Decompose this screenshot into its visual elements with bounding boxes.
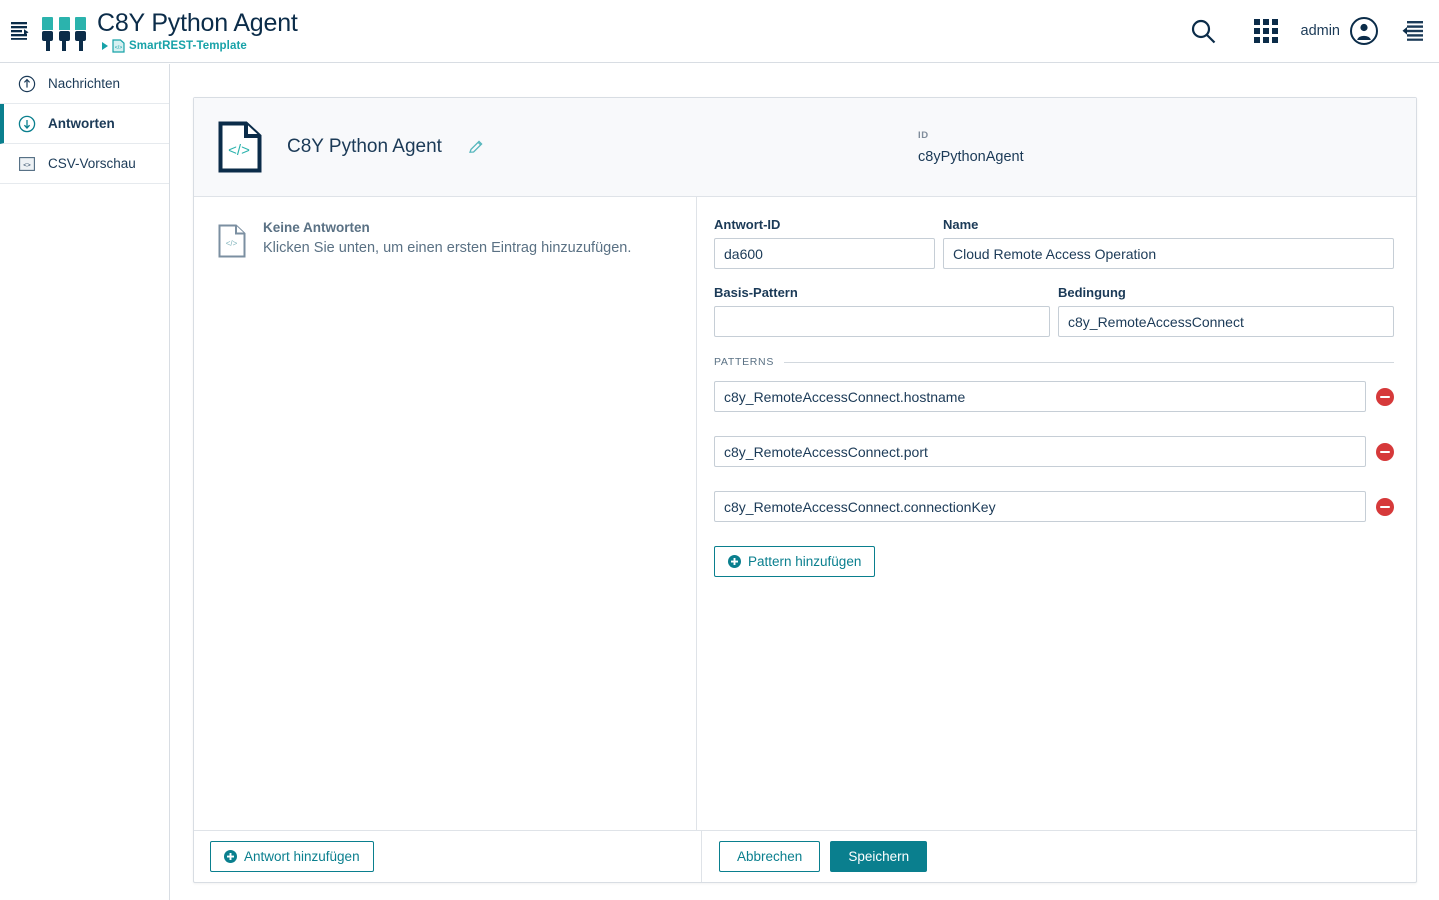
empty-state: </> Keine Antworten Klicken Sie unten, u… — [218, 220, 696, 258]
pattern-input[interactable] — [714, 381, 1366, 412]
sidebar-item-label: Nachrichten — [48, 76, 121, 91]
app-switcher-button[interactable] — [1235, 0, 1297, 63]
pattern-row — [714, 491, 1394, 522]
form-row-pattern-condition: Basis-Pattern Bedingung — [714, 285, 1394, 337]
remove-pattern-button[interactable] — [1376, 387, 1394, 406]
app-title: C8Y Python Agent — [97, 8, 298, 37]
nav-toggle-button[interactable] — [4, 0, 38, 63]
field-base-pattern: Basis-Pattern — [714, 285, 1050, 337]
plus-circle-icon — [224, 850, 237, 863]
field-condition: Bedingung — [1058, 285, 1394, 337]
card-header: </> C8Y Python Agent ID c8yPythonAgent — [194, 98, 1416, 197]
code-document-icon: </> — [218, 121, 262, 173]
field-name: Name — [943, 217, 1394, 269]
user-name-label: admin — [1300, 23, 1341, 39]
search-button[interactable] — [1173, 0, 1235, 63]
code-square-icon: <> — [19, 156, 35, 171]
plug-icon — [75, 17, 86, 51]
user-avatar-icon — [1350, 17, 1378, 45]
pattern-row — [714, 436, 1394, 467]
edit-title-button[interactable] — [468, 139, 484, 155]
remove-pattern-button[interactable] — [1376, 442, 1394, 461]
remove-pattern-button[interactable] — [1376, 497, 1394, 516]
card-id-block: ID c8yPythonAgent — [918, 130, 1392, 165]
cancel-button[interactable]: Abbrechen — [719, 841, 821, 872]
base-pattern-input[interactable] — [714, 306, 1050, 337]
card-footer: Antwort hinzufügen Abbrechen Speichern — [194, 830, 1416, 882]
field-label: Name — [943, 217, 979, 232]
sidebar-item-antworten[interactable]: Antworten — [0, 104, 169, 144]
add-response-label: Antwort hinzufügen — [244, 849, 360, 864]
code-document-icon: </> — [218, 224, 246, 258]
sidebar-item-label: CSV-Vorschau — [48, 156, 136, 171]
add-response-button[interactable]: Antwort hinzufügen — [210, 841, 374, 872]
arrow-down-circle-icon — [18, 115, 36, 132]
sidebar: Nachrichten Antworten <> CSV-Vorschau — [0, 64, 170, 900]
legend-divider — [784, 361, 1394, 363]
arrow-up-circle-icon — [18, 75, 36, 92]
svg-text:</>: </> — [228, 142, 250, 159]
breadcrumb-label: SmartREST-Template — [129, 39, 247, 52]
field-label: Bedingung — [1058, 285, 1126, 300]
breadcrumb[interactable]: </> SmartREST-Template — [102, 38, 298, 53]
empty-state-title: Keine Antworten — [263, 220, 370, 235]
patterns-legend: PATTERNS — [714, 356, 1394, 368]
responses-list-pane: </> Keine Antworten Klicken Sie unten, u… — [194, 197, 697, 830]
condition-input[interactable] — [1058, 306, 1394, 337]
right-panel-toggle-icon — [1402, 21, 1423, 41]
user-menu-button[interactable]: admin — [1297, 0, 1386, 63]
patterns-legend-label: PATTERNS — [714, 356, 775, 368]
three-plugs-logo — [42, 11, 86, 51]
caret-right-icon — [102, 41, 108, 50]
footer-right: Abbrechen Speichern — [702, 831, 1416, 882]
search-icon — [1191, 19, 1216, 43]
card-body: </> Keine Antworten Klicken Sie unten, u… — [194, 197, 1416, 830]
response-id-input[interactable] — [714, 238, 935, 269]
card-title: C8Y Python Agent — [287, 136, 442, 157]
empty-state-text: Keine Antworten Klicken Sie unten, um ei… — [263, 220, 631, 258]
brand-block: C8Y Python Agent </> SmartREST-Template — [97, 10, 298, 53]
field-label: Basis-Pattern — [714, 285, 798, 300]
plug-icon — [58, 17, 70, 51]
plus-circle-icon — [728, 555, 741, 568]
name-input[interactable] — [943, 238, 1394, 269]
form-row-identity: Antwort-ID Name — [714, 217, 1394, 269]
app-grid-icon — [1253, 19, 1278, 43]
add-pattern-button[interactable]: Pattern hinzufügen — [714, 546, 876, 577]
svg-text:<>: <> — [23, 161, 31, 168]
pencil-edit-icon — [468, 140, 483, 153]
card-id-value: c8yPythonAgent — [918, 148, 1024, 165]
footer-left: Antwort hinzufügen — [194, 831, 702, 882]
card-id-label: ID — [918, 129, 929, 141]
sidebar-item-label: Antworten — [48, 116, 115, 131]
pattern-row — [714, 381, 1394, 412]
empty-state-subtitle: Klicken Sie unten, um einen ersten Eintr… — [263, 240, 632, 256]
sidebar-item-nachrichten[interactable]: Nachrichten — [0, 64, 169, 104]
pattern-input[interactable] — [714, 491, 1366, 522]
field-response-id: Antwort-ID — [714, 217, 935, 269]
topbar-actions: admin — [1173, 0, 1439, 63]
right-panel-toggle-button[interactable] — [1385, 0, 1439, 63]
template-editor-card: </> C8Y Python Agent ID c8yPythonAgent <… — [193, 97, 1417, 883]
sidebar-item-csv-vorschau[interactable]: <> CSV-Vorschau — [0, 144, 169, 184]
save-button[interactable]: Speichern — [830, 841, 928, 872]
response-form-pane: Antwort-ID Name Basis-Pattern Bedingung — [697, 197, 1416, 830]
plug-icon — [42, 17, 53, 51]
field-label: Antwort-ID — [714, 217, 781, 232]
top-bar: C8Y Python Agent </> SmartREST-Template … — [0, 0, 1439, 63]
add-pattern-label: Pattern hinzufügen — [748, 554, 862, 569]
svg-text:</>: </> — [115, 45, 123, 51]
svg-text:</>: </> — [226, 239, 238, 248]
sidebar-collapse-icon — [11, 22, 29, 40]
code-document-icon: </> — [112, 38, 125, 53]
pattern-input[interactable] — [714, 436, 1366, 467]
